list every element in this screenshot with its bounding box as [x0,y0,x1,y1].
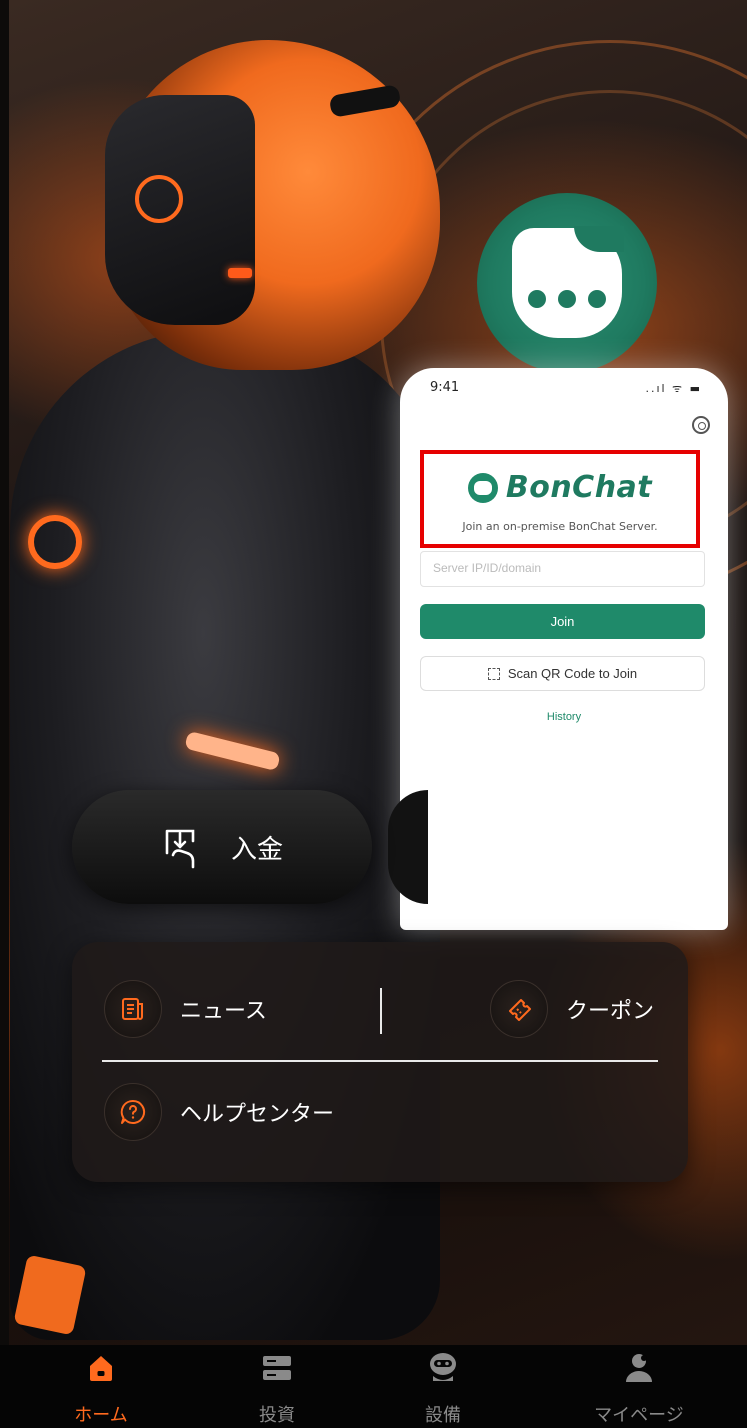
highlight-box: BonChat Join an on-premise BonChat Serve… [420,450,700,548]
bottom-tab-bar: ホーム 投資 設備 マイページ [0,1345,747,1428]
chat-bubble-icon [512,226,624,338]
help-label: ヘルプセンター [180,1102,335,1127]
tab-label: 設備 [425,1405,461,1426]
robot-ear-ring [135,175,183,223]
robot-light [228,268,252,278]
brand-row: BonChat [424,470,696,505]
edge-strip [0,0,9,1345]
menu-divider-vertical [380,988,382,1034]
bonchat-phone-overlay: 9:41 ..ıl ᯤ ▬ BonChat Join an on-premise… [400,368,728,930]
deposit-button[interactable]: 入金 [72,790,372,904]
news-label: ニュース [180,999,267,1024]
user-icon [626,1354,652,1382]
scan-qr-button[interactable]: Scan QR Code to Join [420,656,705,691]
menu-divider-horizontal [102,1060,658,1062]
settings-gear-icon[interactable] [692,416,710,434]
server-input[interactable]: Server IP/ID/domain [420,551,705,587]
tab-mypage[interactable]: マイページ [579,1351,699,1427]
tab-label: マイページ [594,1405,684,1426]
menu-item-coupon[interactable]: クーポン [490,980,654,1038]
help-icon [104,1083,162,1141]
robot-shoulder-light [28,515,82,569]
tab-invest[interactable]: 投資 [217,1351,337,1427]
deposit-label: 入金 [230,834,283,865]
quick-menu-card: ニュース クーポン ヘルプセンター [72,942,688,1182]
history-link[interactable]: History [400,711,728,723]
bonchat-small-icon [467,472,498,503]
tab-home[interactable]: ホーム [41,1351,161,1427]
coupon-icon [490,980,548,1038]
tab-equipment[interactable]: 設備 [383,1351,503,1427]
tab-label: ホーム [74,1405,128,1426]
deposit-hand-icon [165,829,195,869]
status-time: 9:41 [430,380,460,395]
scan-label: Scan QR Code to Join [507,666,638,681]
news-icon [104,980,162,1038]
menu-item-news[interactable]: ニュース [104,980,267,1038]
coupon-label: クーポン [566,999,655,1024]
tab-label: 投資 [259,1405,295,1426]
home-icon [90,1356,112,1381]
robot-icon [430,1353,456,1381]
scan-icon [487,667,500,680]
menu-item-help[interactable]: ヘルプセンター [104,1083,334,1141]
bonchat-logo-icon [477,193,657,373]
join-button[interactable]: Join [420,604,705,639]
brand-subtitle: Join an on-premise BonChat Server. [462,520,658,533]
server-icon [263,1356,291,1380]
status-icons: ..ıl ᯤ ▬ [645,382,702,395]
brand-name: BonChat [505,470,653,505]
